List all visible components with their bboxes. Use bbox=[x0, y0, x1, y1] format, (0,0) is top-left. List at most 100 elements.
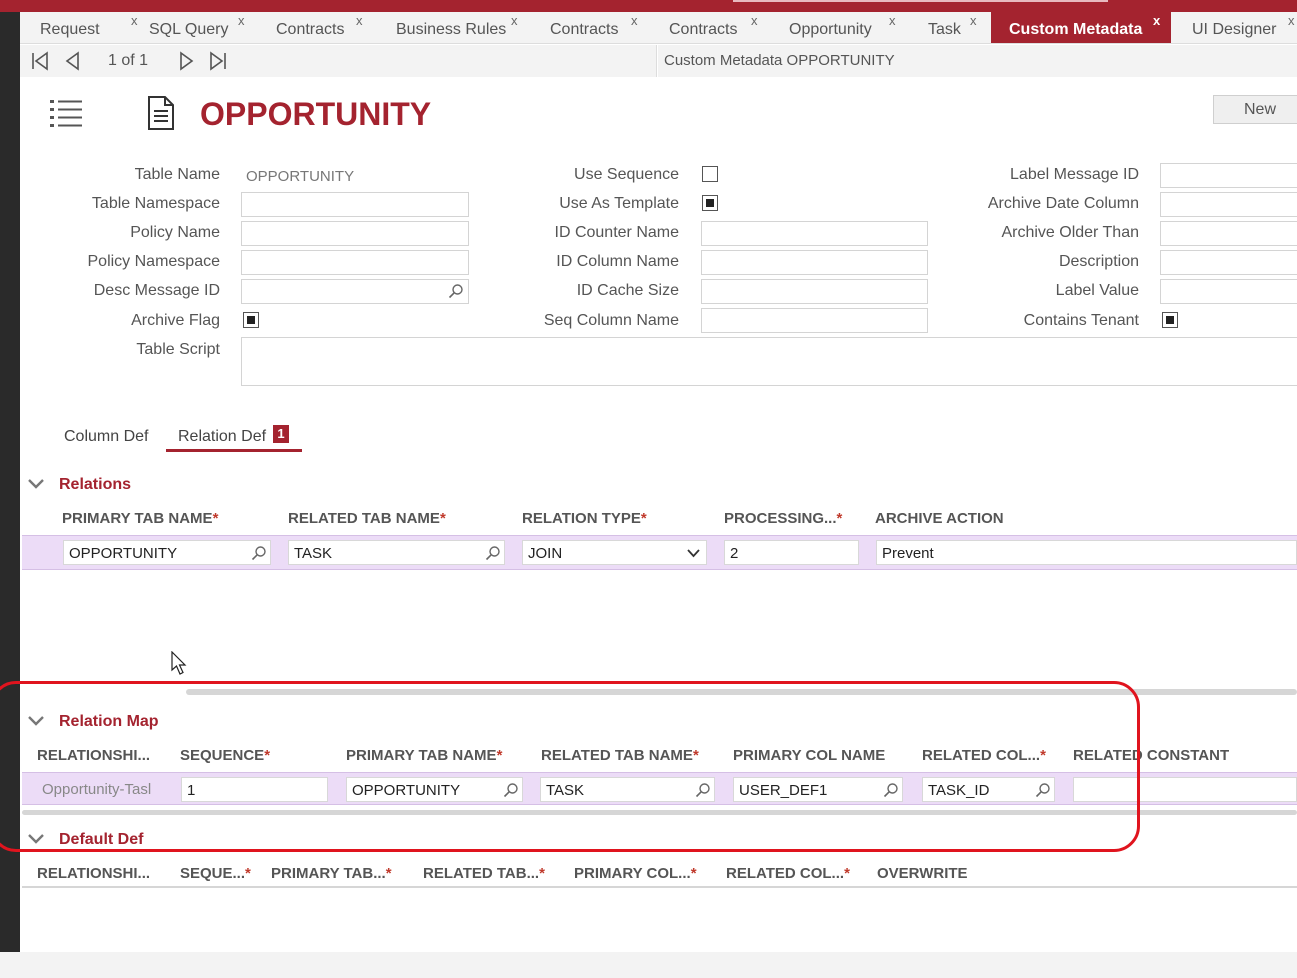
column-header-text: RELATED COL... bbox=[726, 865, 845, 882]
new-button[interactable]: New bbox=[1213, 95, 1297, 124]
tab-label: Contracts bbox=[550, 21, 619, 38]
tab-close-icon[interactable]: x bbox=[970, 12, 977, 39]
last-page-icon[interactable] bbox=[208, 51, 228, 71]
bottom-shade bbox=[0, 952, 1297, 978]
tab-close-icon[interactable]: x bbox=[356, 12, 363, 39]
policy-name-input[interactable] bbox=[241, 221, 469, 246]
column-header[interactable]: OVERWRITE bbox=[877, 865, 968, 882]
tab-close-icon[interactable]: x bbox=[511, 12, 518, 39]
top-bar bbox=[0, 0, 1297, 12]
tab-contracts[interactable]: Contracts x bbox=[276, 12, 363, 43]
tab-label: Request bbox=[40, 21, 100, 38]
relation-type-select[interactable]: JOIN bbox=[522, 540, 707, 565]
annotation-highlight bbox=[0, 681, 1140, 852]
contains-tenant-checkbox[interactable] bbox=[1162, 312, 1178, 328]
search-icon[interactable] bbox=[251, 545, 267, 561]
column-header[interactable]: PROCESSING...* bbox=[724, 510, 842, 527]
table-script-input[interactable] bbox=[241, 337, 1297, 386]
required-mark: * bbox=[640, 510, 647, 527]
tab-relation-def[interactable]: Relation Def bbox=[178, 428, 266, 446]
tab-close-icon[interactable]: x bbox=[1153, 12, 1160, 39]
tab-ui-designer[interactable]: UI Designer x bbox=[1192, 12, 1295, 43]
policy-namespace-input[interactable] bbox=[241, 250, 469, 275]
column-header[interactable]: RELATIONSHI... bbox=[37, 865, 150, 882]
use-sequence-label: Use Sequence bbox=[574, 166, 679, 183]
desc-message-id-input[interactable] bbox=[241, 279, 469, 304]
tab-column-def[interactable]: Column Def bbox=[64, 428, 148, 446]
archive-action-cell[interactable]: Prevent bbox=[876, 540, 1297, 565]
desc-message-id-label: Desc Message ID bbox=[93, 282, 220, 299]
tab-close-icon[interactable]: x bbox=[889, 12, 896, 39]
contains-tenant-label: Contains Tenant bbox=[1023, 312, 1139, 329]
active-tab-underline bbox=[166, 449, 302, 452]
tab-opportunity[interactable]: Opportunity x bbox=[789, 12, 896, 43]
tab-close-icon[interactable]: x bbox=[631, 12, 638, 39]
chevron-down-icon[interactable] bbox=[687, 549, 700, 558]
column-header-text: PRIMARY TAB NAME bbox=[62, 510, 213, 527]
archive-older-than-input[interactable] bbox=[1160, 221, 1297, 246]
column-header[interactable]: PRIMARY COL...* bbox=[574, 865, 697, 882]
previous-page-icon[interactable] bbox=[63, 51, 83, 71]
tab-bar: Request x SQL Query x Contracts x Business … bbox=[20, 12, 1297, 44]
column-header-text: ARCHIVE ACTION bbox=[875, 510, 1004, 527]
related-tab-name-cell[interactable]: TASK bbox=[288, 540, 505, 565]
tab-task[interactable]: Task x bbox=[928, 12, 977, 43]
column-header[interactable]: SEQUE...* bbox=[180, 865, 251, 882]
tab-close-icon[interactable]: x bbox=[1288, 12, 1295, 39]
use-as-template-checkbox[interactable] bbox=[702, 195, 718, 211]
tab-close-icon[interactable]: x bbox=[131, 12, 138, 39]
first-page-icon[interactable] bbox=[30, 51, 50, 71]
tab-close-icon[interactable]: x bbox=[238, 12, 245, 39]
column-header[interactable]: PRIMARY TAB NAME* bbox=[62, 510, 218, 527]
table-namespace-input[interactable] bbox=[241, 192, 469, 217]
tab-label: Custom Metadata bbox=[1009, 21, 1143, 38]
tab-custom-metadata[interactable]: Custom Metadata x bbox=[991, 12, 1171, 43]
column-header[interactable]: ARCHIVE ACTION bbox=[875, 510, 1004, 527]
column-header[interactable]: RELATED COL...* bbox=[726, 865, 850, 882]
tab-contracts-2[interactable]: Contracts x bbox=[550, 12, 638, 43]
column-header[interactable]: RELATION TYPE* bbox=[522, 510, 647, 527]
description-input[interactable] bbox=[1160, 250, 1297, 275]
id-cache-size-input[interactable] bbox=[701, 279, 928, 304]
tab-request[interactable]: Request x bbox=[40, 12, 138, 43]
id-column-name-input[interactable] bbox=[701, 250, 928, 275]
list-menu-icon[interactable] bbox=[49, 97, 83, 129]
table-row[interactable]: OPPORTUNITY TASK JOIN 2 Prevent bbox=[22, 535, 1297, 570]
tab-label: SQL Query bbox=[149, 21, 229, 38]
label-message-id-input[interactable] bbox=[1160, 163, 1297, 188]
tab-label: Task bbox=[928, 21, 961, 38]
use-sequence-checkbox[interactable] bbox=[702, 166, 718, 182]
tab-contracts-3[interactable]: Contracts x bbox=[669, 12, 758, 43]
archive-flag-checkbox[interactable] bbox=[243, 312, 259, 328]
id-counter-name-input[interactable] bbox=[701, 221, 928, 246]
table-namespace-label: Table Namespace bbox=[91, 195, 220, 212]
tab-business-rules[interactable]: Business Rules x bbox=[396, 12, 518, 43]
column-header[interactable]: PRIMARY TAB...* bbox=[271, 865, 392, 882]
relation-def-count-badge: 1 bbox=[273, 425, 289, 443]
processing-cell[interactable]: 2 bbox=[724, 540, 859, 565]
required-mark: * bbox=[385, 865, 392, 882]
seq-column-name-input[interactable] bbox=[701, 308, 928, 333]
chevron-down-icon[interactable] bbox=[27, 478, 45, 490]
column-header-text: RELATIONSHI... bbox=[37, 865, 151, 882]
tab-close-icon[interactable]: x bbox=[751, 12, 758, 39]
search-icon[interactable] bbox=[485, 545, 501, 561]
relations-section-title: Relations bbox=[59, 476, 132, 493]
tab-label: Opportunity bbox=[789, 21, 872, 38]
primary-tab-name-cell[interactable]: OPPORTUNITY bbox=[63, 540, 271, 565]
column-header[interactable]: RELATED TAB NAME* bbox=[288, 510, 446, 527]
label-value-input[interactable] bbox=[1160, 279, 1297, 304]
tab-sql-query[interactable]: SQL Query x bbox=[149, 12, 245, 43]
next-page-icon[interactable] bbox=[176, 51, 196, 71]
table-script-label: Table Script bbox=[136, 341, 220, 358]
policy-namespace-label: Policy Namespace bbox=[87, 253, 221, 270]
search-icon[interactable] bbox=[448, 283, 464, 299]
archive-older-than-label: Archive Older Than bbox=[1001, 224, 1139, 241]
label-value-label: Label Value bbox=[1055, 282, 1139, 299]
required-mark: * bbox=[690, 865, 697, 882]
archive-date-column-label: Archive Date Column bbox=[987, 195, 1139, 212]
label-message-id-label: Label Message ID bbox=[1010, 166, 1139, 183]
cell-value: OPPORTUNITY bbox=[69, 545, 178, 562]
column-header[interactable]: RELATED TAB...* bbox=[423, 865, 545, 882]
archive-date-column-input[interactable] bbox=[1160, 192, 1297, 217]
